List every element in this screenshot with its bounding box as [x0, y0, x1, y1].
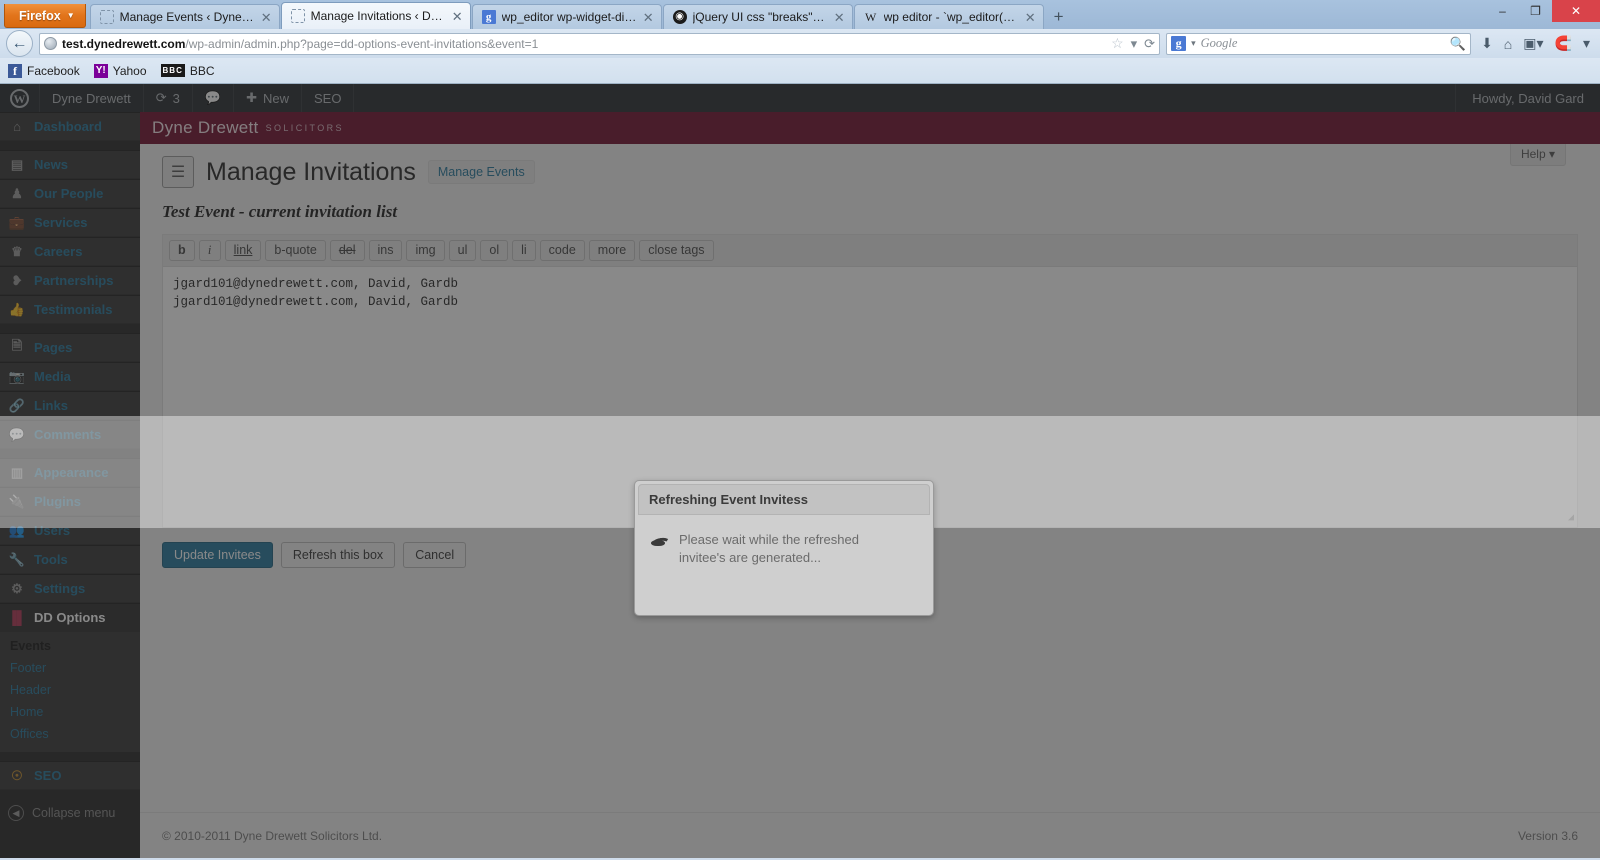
chevron-down-icon[interactable]: ▾: [1191, 38, 1196, 49]
wordpress-admin-page: W Dyne Drewett ⟳ 3 💬 ✚ New SEO Howdy, Da…: [0, 84, 1600, 858]
url-text: test.dynedrewett.com/wp-admin/admin.php?…: [62, 37, 538, 51]
google-icon: g: [1171, 36, 1187, 51]
blank-favicon-icon: [99, 10, 114, 24]
browser-nav-bar: ← test.dynedrewett.com/wp-admin/admin.ph…: [0, 29, 1600, 58]
tab-close-icon[interactable]: ✕: [452, 10, 463, 23]
firefox-menu-button[interactable]: Firefox ▼: [4, 4, 86, 28]
bookmark-label: Yahoo: [112, 63, 147, 78]
tab-strip: Manage Events ‹ Dyne Drewett — Wo... ✕ M…: [89, 2, 1486, 29]
tab-title: jQuery UI css "breaks" WP Editor · Iss..…: [692, 10, 828, 24]
browser-tab[interactable]: Manage Events ‹ Dyne Drewett — Wo... ✕: [89, 4, 280, 29]
address-bar[interactable]: test.dynedrewett.com/wp-admin/admin.php?…: [39, 32, 1161, 55]
bookmark-label: BBC: [189, 63, 215, 78]
address-bar-icons: ☆ ▾ ⟳: [1111, 35, 1155, 52]
firefox-menu-label: Firefox: [19, 8, 61, 23]
browser-tab[interactable]: ◉ jQuery UI css "breaks" WP Editor · Iss…: [662, 4, 853, 29]
tab-close-icon[interactable]: ✕: [643, 11, 654, 24]
bookmark-facebook[interactable]: f Facebook: [8, 63, 80, 78]
facebook-icon: f: [8, 63, 22, 78]
loading-spinner-icon: [649, 533, 667, 551]
chevron-down-icon: ▼: [66, 11, 75, 20]
window-controls: – ❐ ✕: [1486, 0, 1600, 29]
search-icon[interactable]: 🔍: [1450, 36, 1466, 52]
dialog-body: Please wait while the refreshed invitee'…: [635, 515, 933, 567]
dialog-title-bar: Refreshing Event Invitess: [638, 484, 930, 515]
blank-favicon-icon: [290, 9, 305, 23]
close-button[interactable]: ✕: [1552, 0, 1600, 22]
back-button[interactable]: ←: [6, 30, 33, 57]
minimize-button[interactable]: –: [1486, 0, 1519, 22]
globe-icon: [44, 37, 57, 50]
chevron-down-icon[interactable]: ▾: [1131, 36, 1138, 52]
search-bar[interactable]: g ▾ Google 🔍: [1166, 32, 1472, 55]
bookmark-yahoo[interactable]: Y! Yahoo: [93, 63, 147, 78]
google-favicon-icon: g: [481, 10, 496, 24]
tab-title: wp_editor wp-widget-dialog - Googl...: [501, 10, 637, 24]
dialog-title: Refreshing Event Invitess: [649, 492, 808, 507]
url-host: test.dynedrewett.com: [62, 36, 186, 51]
tab-close-icon[interactable]: ✕: [261, 11, 272, 24]
browser-tab[interactable]: g wp_editor wp-widget-dialog - Googl... …: [471, 4, 662, 29]
tab-title: Manage Events ‹ Dyne Drewett — Wo...: [119, 10, 255, 24]
browser-tab-bar: Firefox ▼ Manage Events ‹ Dyne Drewett —…: [0, 0, 1600, 29]
reload-icon[interactable]: ⟳: [1144, 36, 1155, 52]
bookmark-star-icon[interactable]: ☆: [1111, 35, 1124, 52]
dialog-message: Please wait while the refreshed invitee'…: [679, 532, 859, 565]
tab-close-icon[interactable]: ✕: [1025, 11, 1036, 24]
new-tab-button[interactable]: +: [1045, 8, 1073, 27]
tab-title: Manage Invitations ‹ Dyne Drewett —...: [310, 9, 446, 23]
browser-tab-active[interactable]: Manage Invitations ‹ Dyne Drewett —... ✕: [280, 2, 471, 29]
search-input[interactable]: Google: [1201, 36, 1238, 51]
bookmark-bbc[interactable]: BBC BBC: [160, 63, 215, 78]
url-path: /wp-admin/admin.php?page=dd-options-even…: [185, 36, 539, 51]
tab-close-icon[interactable]: ✕: [834, 11, 845, 24]
yahoo-icon: Y!: [93, 63, 108, 78]
refreshing-invitees-dialog: Refreshing Event Invitess Please wait wh…: [634, 480, 934, 616]
wordpress-stack-favicon-icon: W: [864, 10, 877, 24]
github-favicon-icon: ◉: [672, 10, 687, 24]
tab-title: wp editor - `wp_editor()` CSS messing...: [883, 10, 1019, 24]
menu-chevron-icon[interactable]: ▾: [1583, 35, 1590, 52]
bookmarks-bar: f Facebook Y! Yahoo BBC BBC: [0, 58, 1600, 84]
addons-icon[interactable]: 🧲: [1555, 35, 1572, 52]
restore-button[interactable]: ❐: [1519, 0, 1552, 22]
bbc-icon: BBC: [160, 64, 185, 77]
browser-window: Firefox ▼ Manage Events ‹ Dyne Drewett —…: [0, 0, 1600, 860]
nav-toolbar-icons: ⬇ ⌂ ▣▾ 🧲 ▾: [1477, 35, 1594, 52]
bookmark-label: Facebook: [27, 63, 80, 78]
downloads-icon[interactable]: ⬇: [1481, 35, 1493, 52]
home-icon[interactable]: ⌂: [1504, 36, 1512, 52]
bookmarks-menu-icon[interactable]: ▣▾: [1523, 35, 1543, 52]
browser-tab[interactable]: W wp editor - `wp_editor()` CSS messing.…: [853, 4, 1044, 29]
